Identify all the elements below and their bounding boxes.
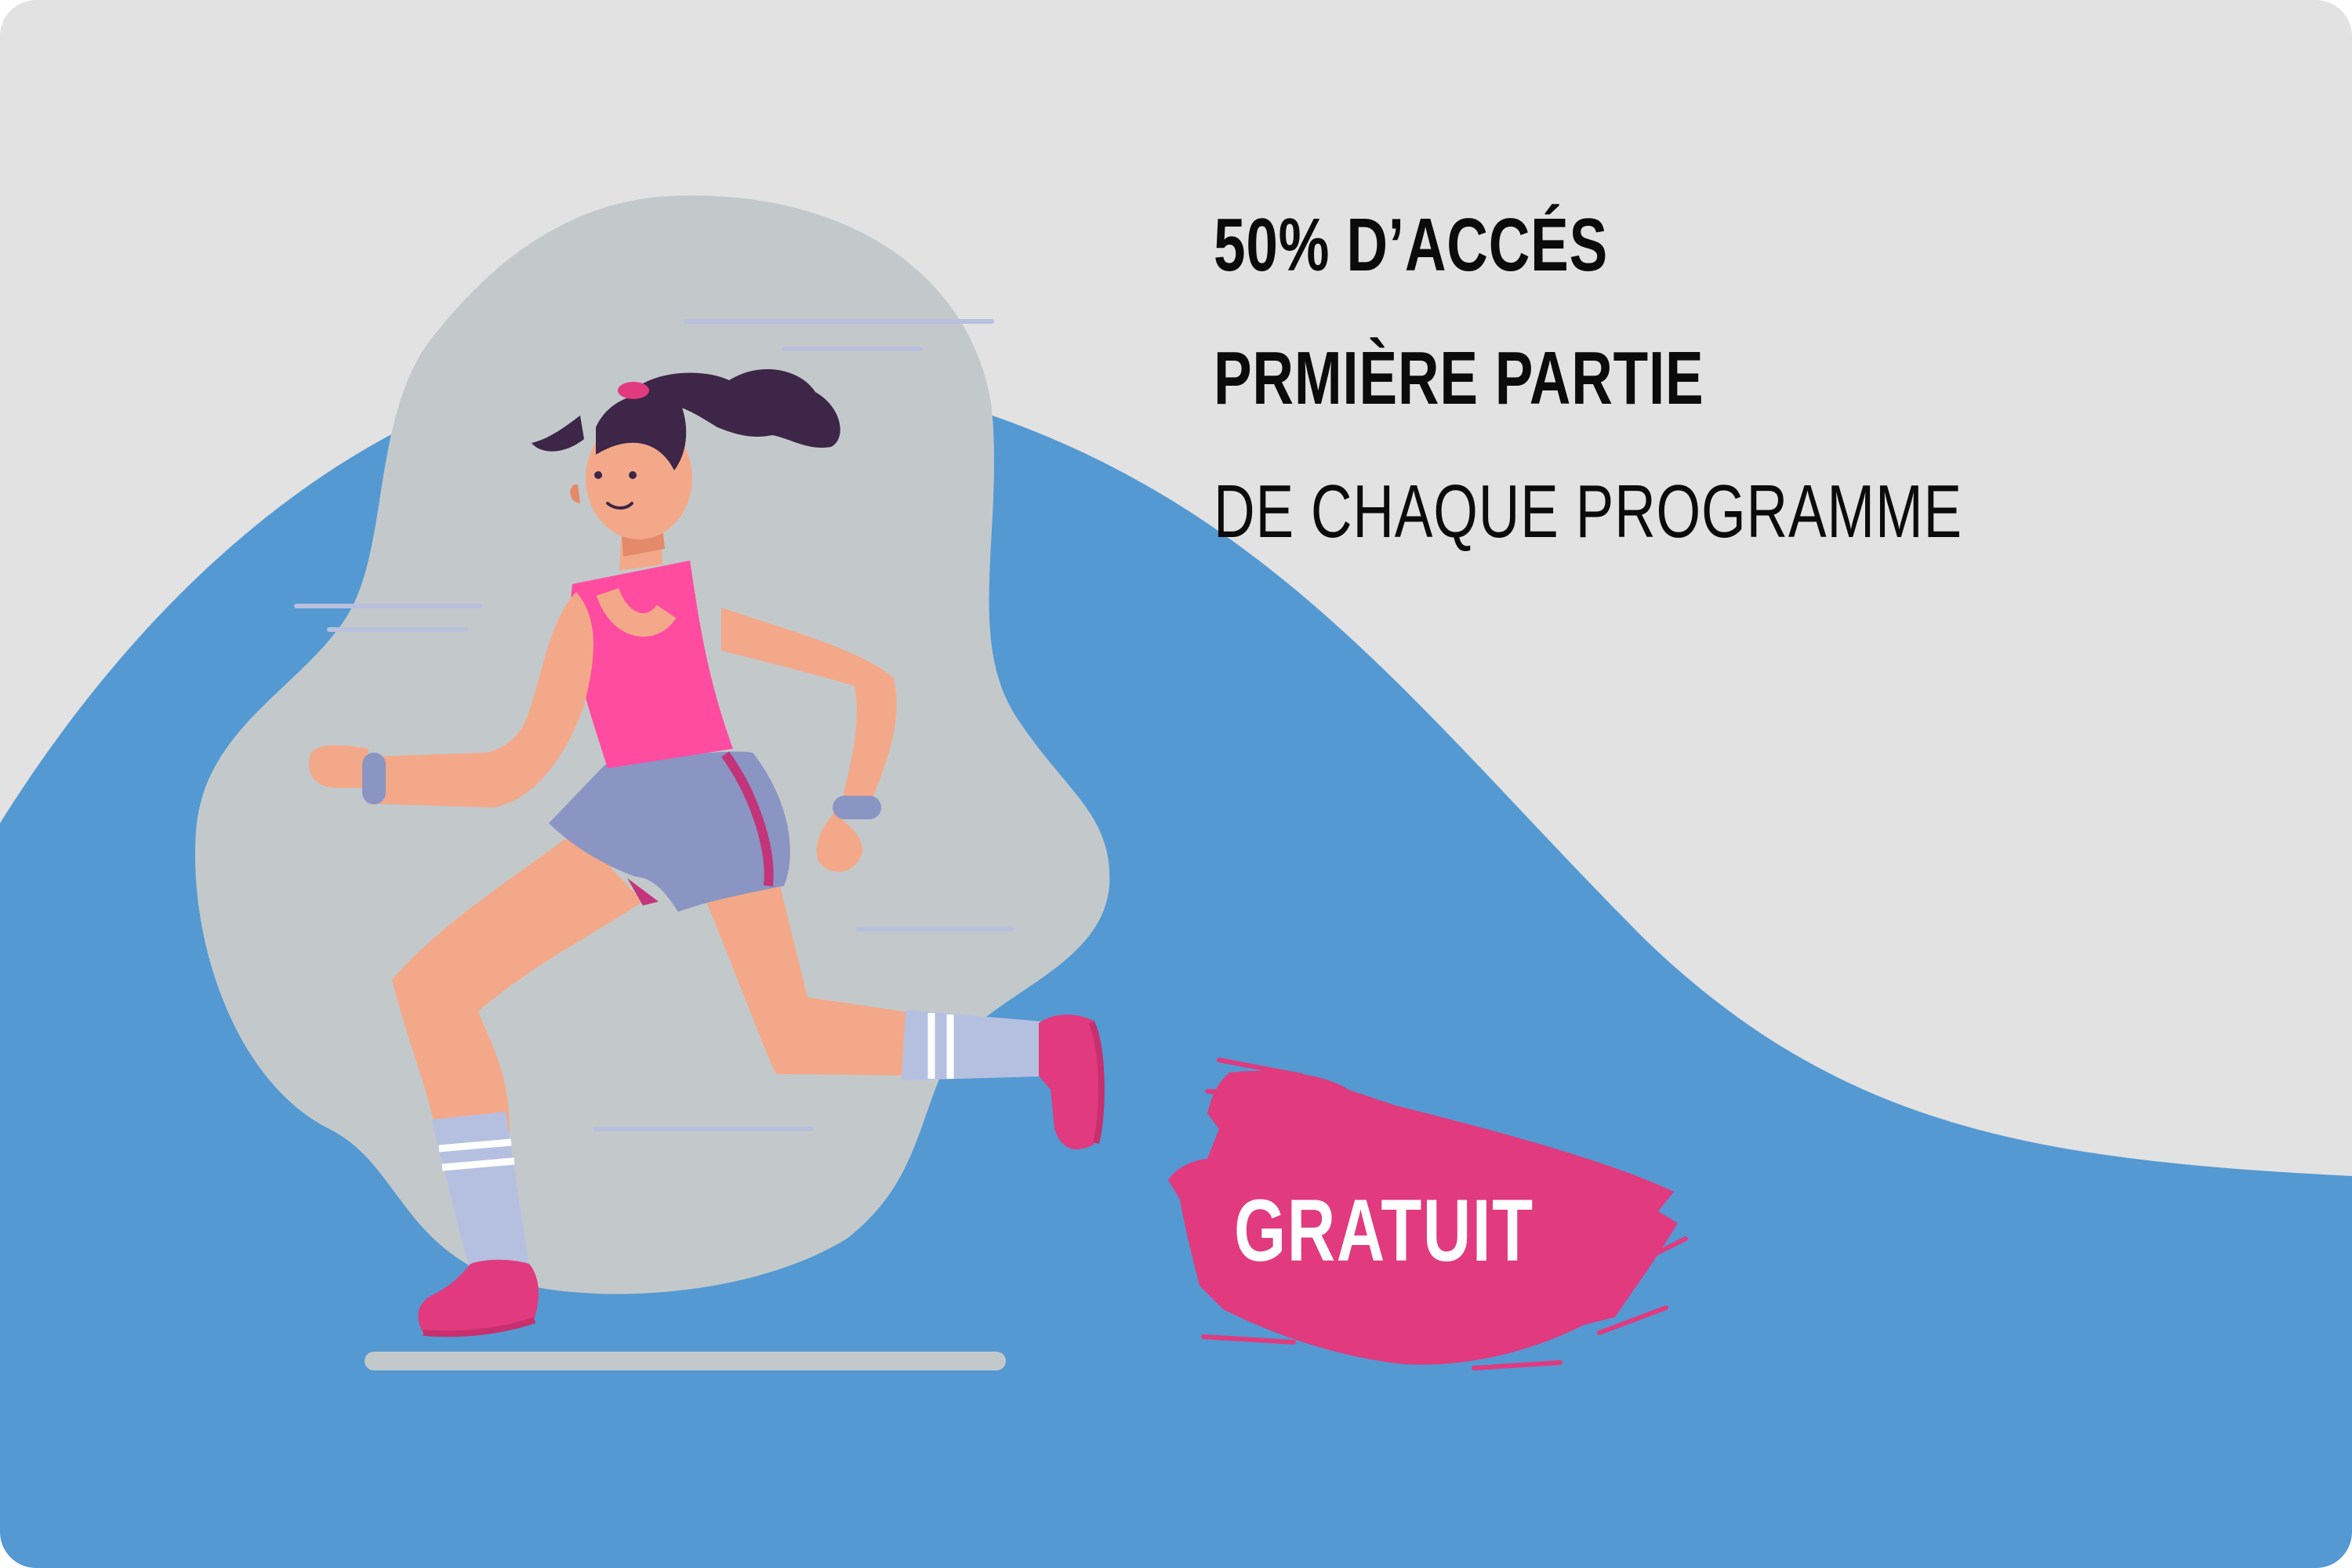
headline-line-3: DE CHAQUE PROGRAMME [1214,470,1962,554]
headline-line-1: 50% D’ACCÉS [1214,203,1609,287]
ground-shadow [365,1352,1006,1370]
free-badge-label: GRATUIT [1234,1181,1534,1279]
promo-card: 50% D’ACCÉS PRMIÈRE PARTIE DE CHAQUE PRO… [0,0,2352,1568]
headline-line-2: PRMIÈRE PARTIE [1214,336,1704,420]
background-illustration [0,195,2352,1568]
